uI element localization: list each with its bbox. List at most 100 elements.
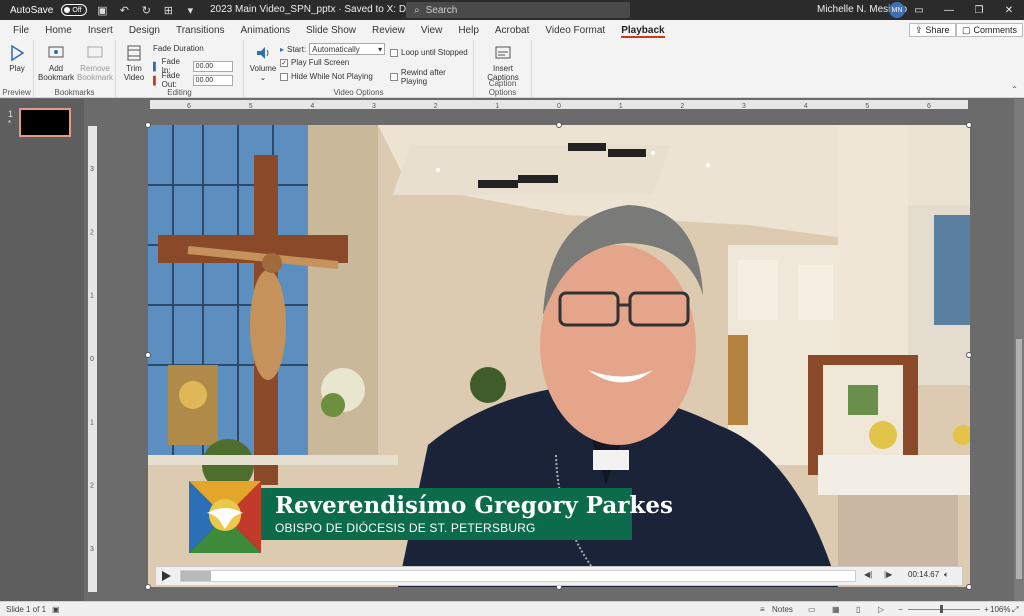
rewind-after-playing-checkbox[interactable]: Rewind after Playing bbox=[390, 68, 473, 86]
resize-handle[interactable] bbox=[966, 122, 972, 128]
tab-transitions[interactable]: Transitions bbox=[168, 20, 233, 40]
restore-icon[interactable]: ❐ bbox=[964, 0, 994, 20]
resize-handle[interactable] bbox=[966, 584, 972, 590]
notes-button[interactable]: Notes bbox=[772, 605, 793, 614]
editing-group: Trim Video Fade Duration ▌ Fade In: 00.0… bbox=[116, 40, 244, 98]
close-icon[interactable]: ✕ bbox=[994, 0, 1024, 20]
horizontal-ruler: 6 5 4 3 2 1 0 1 2 3 4 5 6 bbox=[150, 100, 968, 109]
ruler-h-label: 1 bbox=[619, 103, 623, 109]
chevron-down-icon: ⌄ bbox=[259, 73, 267, 82]
zoom-in-icon[interactable]: + bbox=[984, 605, 989, 614]
tab-review[interactable]: Review bbox=[364, 20, 413, 40]
tab-home[interactable]: Home bbox=[37, 20, 80, 40]
undo-icon[interactable]: ↶ bbox=[117, 3, 131, 17]
play-button[interactable]: Play bbox=[6, 44, 28, 73]
resize-handle[interactable] bbox=[145, 352, 151, 358]
tab-view[interactable]: View bbox=[413, 20, 451, 40]
tab-animations[interactable]: Animations bbox=[233, 20, 298, 40]
ribbon-tabs: File Home Insert Design Transitions Animation… bbox=[0, 20, 1024, 40]
zoom-level[interactable]: 106% bbox=[990, 605, 1010, 614]
vertical-scrollbar[interactable] bbox=[1014, 99, 1024, 601]
resize-handle[interactable] bbox=[145, 584, 151, 590]
save-icon[interactable]: ▣ bbox=[95, 3, 109, 17]
tab-help[interactable]: Help bbox=[450, 20, 487, 40]
hide-while-not-playing-checkbox[interactable]: Hide While Not Playing bbox=[280, 72, 373, 81]
tab-slide-show[interactable]: Slide Show bbox=[298, 20, 364, 40]
video-options-group: Volume ⌄ ▸ Start: Automatically ▾ ✓ Play … bbox=[244, 40, 474, 98]
comments-button[interactable]: ▢ Comments bbox=[956, 23, 1024, 37]
present-icon[interactable]: ⊞ bbox=[161, 3, 175, 17]
zoom-out-icon[interactable]: − bbox=[898, 605, 903, 614]
video-play-button[interactable] bbox=[156, 567, 176, 585]
play-full-screen-checkbox[interactable]: ✓ Play Full Screen bbox=[280, 58, 349, 67]
fade-in-input[interactable]: 00.00 bbox=[192, 60, 233, 72]
ribbon-display-icon[interactable]: ▭ bbox=[904, 0, 934, 20]
avatar[interactable]: MN bbox=[889, 2, 905, 18]
tab-file[interactable]: File bbox=[5, 20, 37, 40]
start-dropdown[interactable]: Automatically ▾ bbox=[309, 43, 386, 55]
diocese-logo bbox=[189, 481, 261, 553]
notes-icon[interactable]: ≡ bbox=[760, 605, 765, 614]
checkbox-checked: ✓ bbox=[280, 58, 288, 67]
volume-button[interactable]: Volume ⌄ bbox=[248, 44, 278, 82]
reading-view-icon[interactable]: ▯ bbox=[856, 605, 860, 614]
video-frame[interactable]: Reverendisímo Gregory Parkes OBISPO DE D… bbox=[148, 125, 970, 587]
ruler-h-label: 0 bbox=[557, 103, 561, 109]
zoom-slider[interactable] bbox=[908, 609, 980, 610]
zoom-slider-thumb[interactable] bbox=[940, 605, 943, 613]
tab-playback[interactable]: Playback bbox=[613, 20, 672, 40]
resize-handle[interactable] bbox=[145, 122, 151, 128]
customize-qat-icon[interactable]: ▾ bbox=[183, 3, 197, 17]
insert-captions-button[interactable]: Insert Captions bbox=[484, 44, 522, 82]
collapse-ribbon-icon[interactable]: ⌃ bbox=[1011, 85, 1018, 94]
slide-thumbnail[interactable] bbox=[19, 108, 71, 137]
speaker-title: OBISPO DE DIÓCESIS DE ST. PETERSBURG bbox=[275, 521, 536, 535]
accessibility-icon[interactable]: ▣ bbox=[52, 605, 60, 614]
fade-out-row: ▌ Fade Out: 00.00 bbox=[153, 71, 233, 89]
loop-until-stopped-checkbox[interactable]: Loop until Stopped bbox=[390, 48, 468, 57]
speaker-name: Reverendisímo Gregory Parkes bbox=[275, 492, 673, 519]
autosave-toggle[interactable]: Off bbox=[61, 4, 88, 16]
ruler-h-label: 3 bbox=[742, 103, 746, 109]
slide-thumbnail-pane: 1 * bbox=[0, 99, 84, 601]
start-row: ▸ Start: Automatically ▾ bbox=[280, 43, 386, 55]
tab-acrobat[interactable]: Acrobat bbox=[487, 20, 537, 40]
resize-handle[interactable] bbox=[556, 122, 562, 128]
trim-video-button[interactable]: Trim Video bbox=[120, 44, 148, 82]
vertical-ruler: 3 2 1 0 1 2 3 bbox=[88, 126, 97, 592]
resize-handle[interactable] bbox=[966, 352, 972, 358]
tab-video-format[interactable]: Video Format bbox=[537, 20, 613, 40]
animation-marker: * bbox=[8, 119, 12, 128]
add-bookmark-button[interactable]: Add Bookmark bbox=[38, 44, 74, 82]
remove-bookmark-icon bbox=[87, 46, 103, 58]
video-seek-bar[interactable] bbox=[180, 570, 856, 582]
ruler-h-label: 2 bbox=[680, 103, 684, 109]
normal-view-icon[interactable]: ▭ bbox=[808, 605, 816, 614]
slideshow-icon[interactable]: ▷ bbox=[878, 605, 884, 614]
search-box[interactable]: ⌕ Search bbox=[406, 2, 630, 18]
caption-options-group: Insert Captions Caption Options bbox=[474, 40, 532, 98]
slide-sorter-icon[interactable]: ▦ bbox=[832, 605, 840, 614]
fade-out-input[interactable]: 00.00 bbox=[192, 74, 233, 86]
ruler-v-label: 1 bbox=[90, 419, 94, 426]
ruler-h-label: 4 bbox=[310, 103, 314, 109]
share-button[interactable]: ⇪ Share bbox=[909, 23, 956, 37]
tab-design[interactable]: Design bbox=[121, 20, 168, 40]
redo-icon[interactable]: ↻ bbox=[139, 3, 153, 17]
remove-bookmark-button[interactable]: Remove Bookmark bbox=[76, 44, 114, 82]
ruler-h-label: 3 bbox=[372, 103, 376, 109]
volume-icon bbox=[257, 47, 269, 59]
volume-icon[interactable]: 🔈︎ bbox=[944, 570, 949, 580]
bookmarks-group: Add Bookmark Remove Bookmark Bookmarks bbox=[34, 40, 116, 98]
scrollbar-thumb[interactable] bbox=[1016, 339, 1022, 579]
fit-slide-icon[interactable]: ⤢ bbox=[1012, 605, 1018, 615]
checkbox-unchecked bbox=[390, 73, 398, 81]
minimize-icon[interactable]: — bbox=[934, 0, 964, 20]
slide-count: Slide 1 of 1 bbox=[6, 605, 47, 614]
tab-insert[interactable]: Insert bbox=[80, 20, 121, 40]
skip-back-icon[interactable]: ◀| bbox=[864, 570, 872, 579]
skip-forward-icon[interactable]: |▶ bbox=[884, 570, 892, 579]
ruler-h-label: 1 bbox=[495, 103, 499, 109]
ribbon: Play Preview Add Bookmark Remove Bookmar… bbox=[0, 40, 1024, 98]
ruler-v-label: 2 bbox=[90, 229, 94, 236]
